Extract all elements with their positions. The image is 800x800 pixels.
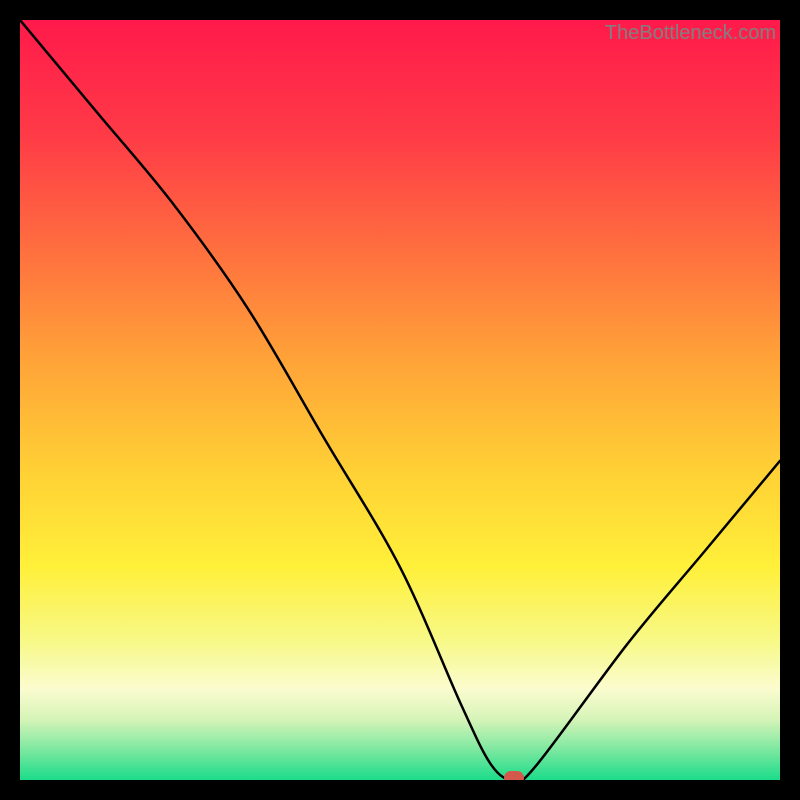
watermark-text: TheBottleneck.com <box>605 22 776 45</box>
gradient-background <box>20 20 780 780</box>
optimal-point-marker <box>504 771 524 780</box>
plot-area <box>20 20 780 780</box>
chart-container: TheBottleneck.com <box>0 0 800 800</box>
bottleneck-chart <box>20 20 780 780</box>
